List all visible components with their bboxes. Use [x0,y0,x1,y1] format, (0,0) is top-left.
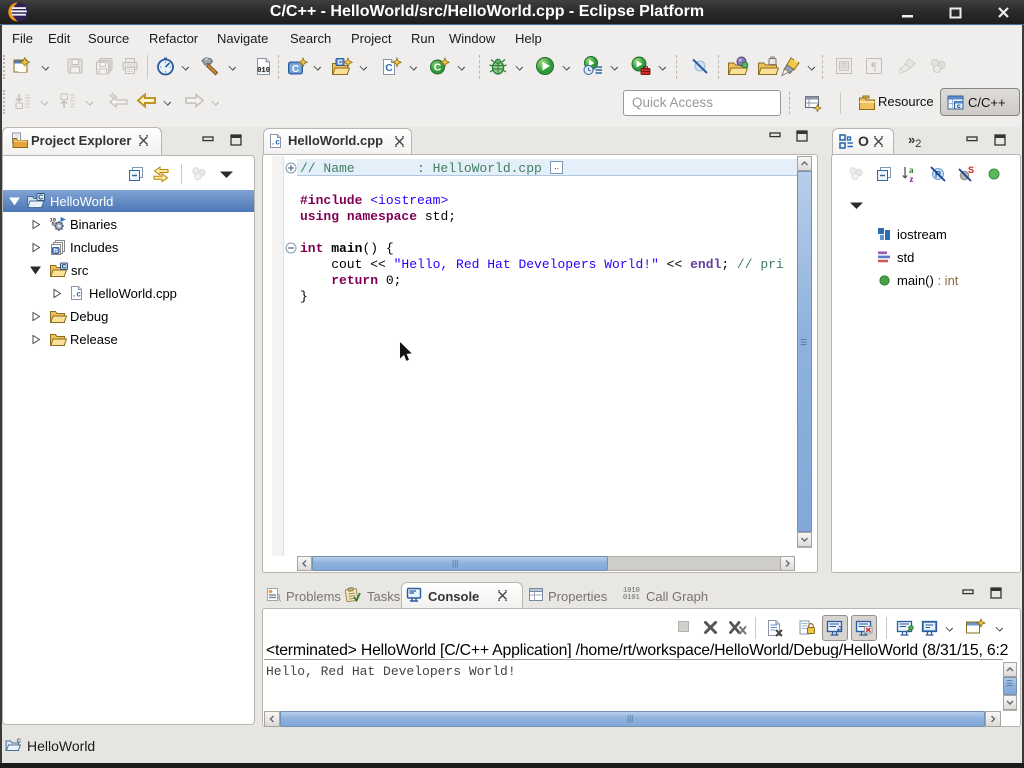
svg-text:C: C [292,64,299,75]
svg-text:¶: ¶ [871,59,877,73]
svg-text:C: C [385,63,392,74]
svg-text:h: h [54,248,58,255]
svg-text:.c: .c [270,139,280,148]
svg-text:010: 010 [257,67,270,75]
svg-text:C: C [62,264,67,271]
svg-text:z: z [910,174,914,183]
svg-text:C: C [337,60,342,67]
svg-text:S: S [968,165,974,175]
svg-text:C: C [434,62,442,74]
svg-text:C: C [38,194,43,201]
svg-text:C: C [17,739,21,745]
svg-text:c: c [957,103,961,110]
svg-text:.c: .c [71,291,81,300]
